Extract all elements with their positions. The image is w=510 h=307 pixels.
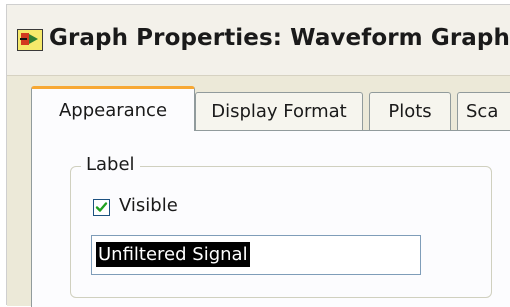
tab-display-format[interactable]: Display Format <box>195 92 363 130</box>
visible-checkbox-label[interactable]: Visible <box>119 195 178 216</box>
checkmark-icon <box>95 202 108 212</box>
title-bar[interactable]: Graph Properties: Waveform Graph <box>7 5 510 76</box>
tab-label: Display Format <box>211 101 347 122</box>
tab-label: Sca <box>466 101 499 122</box>
visible-checkbox[interactable] <box>93 199 110 216</box>
tab-plots[interactable]: Plots <box>369 92 451 130</box>
window-title: Graph Properties: Waveform Graph <box>49 25 510 51</box>
label-text-input[interactable]: Unfiltered Signal <box>91 235 421 275</box>
tab-label: Plots <box>388 101 432 122</box>
dialog-content: Appearance Display Format Plots Sca Labe… <box>7 76 510 307</box>
graph-properties-dialog: Graph Properties: Waveform Graph Appeara… <box>6 4 510 307</box>
labview-vi-icon <box>17 29 43 51</box>
selected-text: Unfiltered Signal <box>96 242 250 267</box>
appearance-panel: Label Visible Unfiltered Signal <box>31 130 510 307</box>
label-group-title: Label <box>81 154 140 175</box>
tab-appearance[interactable]: Appearance <box>31 86 195 131</box>
tab-scales[interactable]: Sca <box>457 92 510 130</box>
tab-label: Appearance <box>58 99 168 121</box>
label-groupbox: Label Visible Unfiltered Signal <box>70 154 492 298</box>
